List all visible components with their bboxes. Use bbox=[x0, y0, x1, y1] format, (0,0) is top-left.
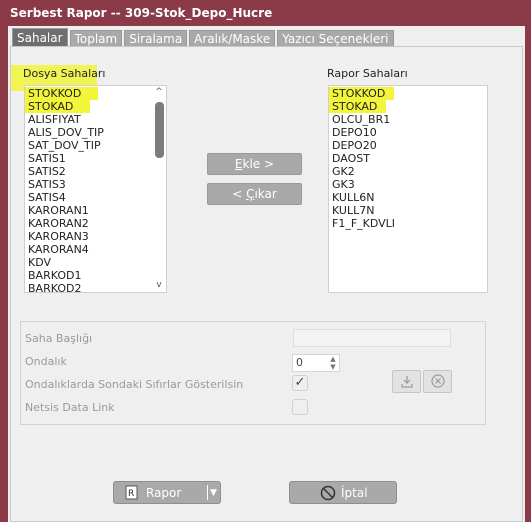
report-window: Serbest Rapor -- 309-Stok_Depo_Hucre Sah… bbox=[0, 0, 531, 522]
chevron-down-icon[interactable]: ▼ bbox=[327, 363, 339, 371]
download-icon bbox=[400, 376, 413, 388]
list-item[interactable]: KARORAN3 bbox=[25, 230, 166, 243]
list-item[interactable]: SATIS3 bbox=[25, 178, 166, 191]
tab-panel: Dosya Sahaları Rapor Sahaları STOKKOD ST… bbox=[10, 46, 523, 522]
scroll-thumb[interactable] bbox=[155, 102, 164, 158]
list-item[interactable]: SATIS1 bbox=[25, 152, 166, 165]
remove-label-pre: < bbox=[232, 187, 247, 201]
list-item[interactable]: STOKKOD bbox=[25, 87, 98, 100]
prohibit-icon bbox=[320, 485, 336, 501]
cancel-label: İptal bbox=[341, 482, 368, 504]
decimal-label: Ondalık bbox=[25, 355, 67, 368]
window-client: Sahalar Toplam Siralama Aralık/Maske Yaz… bbox=[8, 26, 525, 522]
list-item[interactable]: SATIS2 bbox=[25, 165, 166, 178]
remove-label-post: ıkar bbox=[254, 187, 277, 201]
trailing-zeros-label: Ondalıklarda Sondaki Sıfırlar Gösterilsi… bbox=[25, 378, 244, 391]
list-item[interactable]: STOKKOD bbox=[329, 87, 394, 100]
list-item[interactable]: BARKOD2 bbox=[25, 282, 166, 292]
decimal-stepper[interactable]: 0 ▲ ▼ bbox=[292, 354, 340, 372]
list-item[interactable]: GK2 bbox=[329, 165, 487, 178]
list-item[interactable]: ALISFIYAT bbox=[25, 113, 166, 126]
add-field-button[interactable]: Ekle > bbox=[207, 153, 302, 175]
report-label: Rapor bbox=[146, 482, 181, 504]
list-item[interactable]: KULL6N bbox=[329, 191, 487, 204]
report-label-rest: apor bbox=[154, 486, 182, 500]
list-item[interactable]: KARORAN4 bbox=[25, 243, 166, 256]
field-title-label: Saha Başlığı bbox=[25, 332, 93, 345]
list-item[interactable]: STOKAD bbox=[25, 100, 90, 113]
netsis-link-checkbox[interactable] bbox=[292, 399, 308, 415]
cancel-label-rest: ptal bbox=[344, 486, 368, 500]
add-accel-key: E bbox=[234, 157, 243, 171]
list-item[interactable]: DAOST bbox=[329, 152, 487, 165]
list-item[interactable]: STOKAD bbox=[329, 100, 386, 113]
checkmark-icon: ✓ bbox=[294, 375, 306, 390]
list-item[interactable]: DEPO20 bbox=[329, 139, 487, 152]
delete-icon bbox=[430, 374, 445, 388]
window-title: Serbest Rapor -- 309-Stok_Depo_Hucre bbox=[10, 6, 273, 20]
stepper-buttons[interactable]: ▲ ▼ bbox=[327, 355, 339, 371]
report-fields-title: Rapor Sahaları bbox=[327, 67, 408, 80]
delete-field-button[interactable] bbox=[423, 370, 452, 393]
report-fields-list[interactable]: STOKKOD STOKAD OLCU_BR1 DEPO10 DEPO20 DA… bbox=[328, 85, 488, 293]
svg-text:R: R bbox=[128, 489, 134, 499]
list-item[interactable]: OLCU_BR1 bbox=[329, 113, 487, 126]
trailing-zeros-checkbox[interactable]: ✓ bbox=[292, 375, 308, 391]
scroll-up-icon[interactable]: ^ bbox=[154, 87, 164, 97]
save-field-button[interactable] bbox=[392, 370, 421, 393]
list-item[interactable]: KARORAN2 bbox=[25, 217, 166, 230]
netsis-link-label: Netsis Data Link bbox=[25, 401, 115, 414]
chevron-up-icon[interactable]: ▲ bbox=[327, 355, 339, 363]
tab-sahalar[interactable]: Sahalar bbox=[12, 28, 68, 48]
remove-field-button[interactable]: < Çıkar bbox=[207, 183, 302, 205]
list-item[interactable]: ALIS_DOV_TIP bbox=[25, 126, 166, 139]
list-item[interactable]: GK3 bbox=[329, 178, 487, 191]
add-label-post: kle > bbox=[242, 157, 275, 171]
list-scrollbar[interactable]: ^ v bbox=[152, 86, 166, 292]
decimal-value: 0 bbox=[296, 356, 303, 369]
report-icon: R bbox=[125, 485, 138, 500]
field-title-input[interactable] bbox=[293, 329, 451, 347]
cancel-button[interactable]: İptal bbox=[289, 481, 397, 504]
list-item[interactable]: SATIS4 bbox=[25, 191, 166, 204]
list-item[interactable]: KDV bbox=[25, 256, 166, 269]
list-item[interactable]: F1_F_KDVLI bbox=[329, 217, 487, 230]
field-options-group: Saha Başlığı Ondalık 0 ▲ ▼ Ondalıklarda … bbox=[20, 321, 486, 425]
file-fields-list[interactable]: STOKKOD STOKAD ALISFIYAT ALIS_DOV_TIP SA… bbox=[24, 85, 167, 293]
list-item[interactable]: KARORAN1 bbox=[25, 204, 166, 217]
tab-strip: Sahalar Toplam Siralama Aralık/Maske Yaz… bbox=[12, 28, 394, 48]
split-divider bbox=[207, 485, 208, 500]
report-button[interactable]: R Rapor ▼ bbox=[113, 481, 221, 504]
list-item[interactable]: SAT_DOV_TIP bbox=[25, 139, 166, 152]
dropdown-arrow-icon[interactable]: ▼ bbox=[210, 482, 217, 504]
list-item[interactable]: KULL7N bbox=[329, 204, 487, 217]
scroll-down-icon[interactable]: v bbox=[154, 280, 164, 290]
file-fields-title: Dosya Sahaları bbox=[23, 67, 106, 80]
report-accel-key: R bbox=[146, 486, 155, 500]
list-item[interactable]: BARKOD1 bbox=[25, 269, 166, 282]
list-item[interactable]: DEPO10 bbox=[329, 126, 487, 139]
